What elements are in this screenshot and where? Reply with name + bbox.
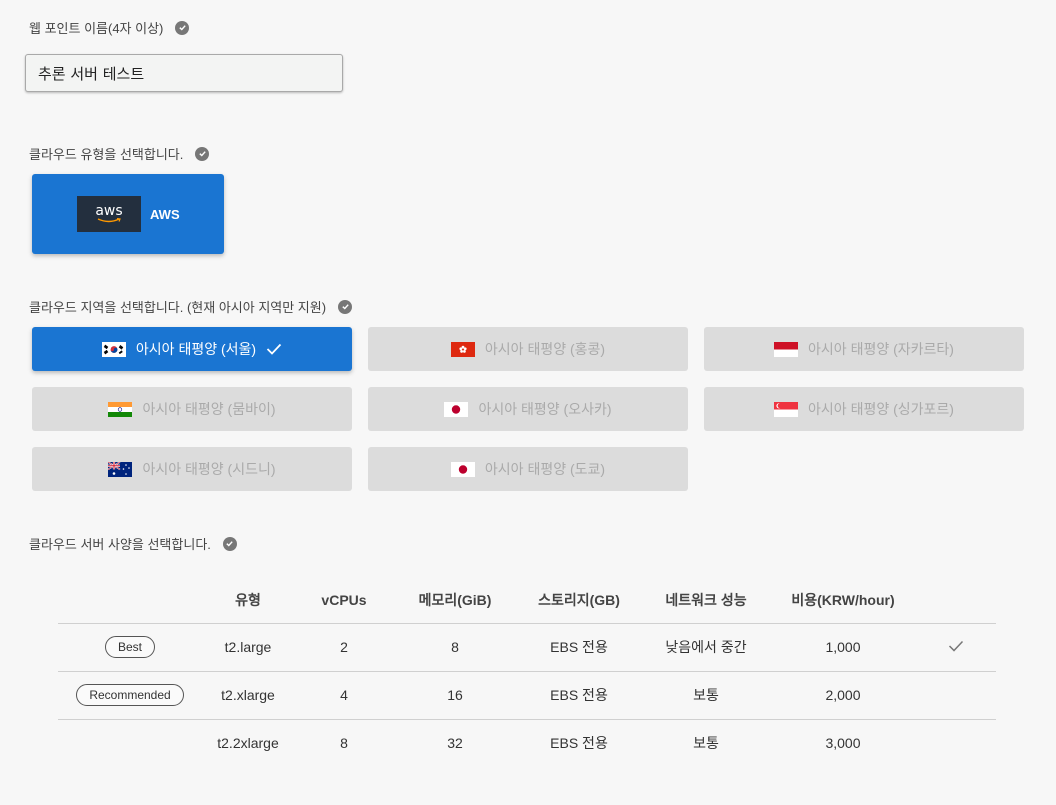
table-header-row: 유형 vCPUs 메모리(GiB) 스토리지(GB) 네트워크 성능 비용(KR… <box>58 577 996 624</box>
cloud-type-label-row: 클라우드 유형을 선택합니다. <box>29 144 210 163</box>
checkmark-icon <box>948 640 964 652</box>
selected-cell <box>916 719 996 767</box>
flag-india-icon <box>108 401 133 417</box>
flag-singapore-icon <box>774 401 799 417</box>
cloud-type-option-label: AWS <box>150 206 180 222</box>
cell-memory: 16 <box>394 671 516 720</box>
column-header <box>58 577 202 624</box>
column-header-memory: 메모리(GiB) <box>394 577 516 624</box>
region-option-tokyo[interactable]: 아시아 태평양 (도쿄) <box>368 447 688 491</box>
region-option-mumbai[interactable]: 아시아 태평양 (뭄바이) <box>32 387 352 431</box>
cell-type: t2.xlarge <box>202 671 294 720</box>
region-option-label: 아시아 태평양 (시드니) <box>142 461 276 477</box>
cell-vcpus: 4 <box>294 671 394 720</box>
cell-type: t2.2xlarge <box>217 735 279 752</box>
region-option-jakarta[interactable]: 아시아 태평양 (자카르타) <box>704 327 1024 371</box>
webpoint-name-input[interactable] <box>25 54 343 92</box>
region-option-sydney[interactable]: 아시아 태평양 (시드니) <box>32 447 352 491</box>
cloud-type-option-aws[interactable]: aws AWS <box>32 174 224 254</box>
cloud-type-label: 클라우드 유형을 선택합니다. <box>29 147 184 162</box>
region-grid: 아시아 태평양 (서울) 아시아 태평양 (홍콩) 아시아 태평양 (자카르타)… <box>32 327 1024 491</box>
cell-storage: EBS 전용 <box>516 671 642 720</box>
cell-network: 낮음에서 중간 <box>642 623 770 672</box>
badge-recommended: Recommended <box>76 684 184 706</box>
selected-cell <box>916 623 996 672</box>
column-header-storage: 스토리지(GB) <box>516 577 642 624</box>
column-header-type: 유형 <box>202 577 294 624</box>
region-option-label: 아시아 태평양 (싱가포르) <box>808 401 954 417</box>
column-header-cost: 비용(KRW/hour) <box>770 577 916 624</box>
check-circle-icon <box>338 299 353 314</box>
checkmark-icon <box>266 343 282 355</box>
region-label-row: 클라우드 지역을 선택합니다. (현재 아시아 지역만 지원) <box>29 297 353 316</box>
region-option-label: 아시아 태평양 (뭄바이) <box>142 401 276 417</box>
cell-vcpus: 8 <box>340 735 348 752</box>
region-option-hongkong[interactable]: 아시아 태평양 (홍콩) <box>368 327 688 371</box>
cell-network: 보통 <box>693 735 719 752</box>
region-option-label: 아시아 태평양 (홍콩) <box>484 341 606 357</box>
server-spec-label: 클라우드 서버 사양을 선택합니다. <box>29 537 211 552</box>
aws-logo-text: aws <box>95 203 123 219</box>
server-spec-table: 유형 vCPUs 메모리(GiB) 스토리지(GB) 네트워크 성능 비용(KR… <box>58 577 996 767</box>
cell-vcpus: 2 <box>294 623 394 672</box>
column-header <box>916 577 996 624</box>
aws-logo: aws <box>77 196 141 232</box>
region-label: 클라우드 지역을 선택합니다. (현재 아시아 지역만 지원) <box>29 300 327 315</box>
flag-japan-icon <box>450 461 475 477</box>
table-row[interactable]: Recommended t2.xlarge 4 16 EBS 전용 보통 2,0… <box>58 671 996 720</box>
region-option-label: 아시아 태평양 (서울) <box>135 341 257 357</box>
badge-cell: Best <box>58 623 202 672</box>
flag-korea-icon <box>101 341 126 357</box>
flag-australia-icon <box>108 461 133 477</box>
badge-best: Best <box>104 636 155 658</box>
flag-japan-icon <box>444 401 469 417</box>
aws-smile-icon <box>97 218 121 223</box>
server-spec-label-row: 클라우드 서버 사양을 선택합니다. <box>29 534 237 553</box>
region-option-seoul[interactable]: 아시아 태평양 (서울) <box>32 327 352 371</box>
cell-cost: 1,000 <box>770 623 916 672</box>
webpoint-name-label-row: 웹 포인트 이름(4자 이상) <box>29 18 190 37</box>
region-option-singapore[interactable]: 아시아 태평양 (싱가포르) <box>704 387 1024 431</box>
cell-storage: EBS 전용 <box>550 735 608 752</box>
flag-hongkong-icon <box>450 341 475 357</box>
badge-cell <box>58 719 202 767</box>
cell-cost: 3,000 <box>825 735 861 752</box>
selected-cell <box>916 671 996 720</box>
check-circle-icon <box>195 146 210 161</box>
table-row[interactable]: Best t2.large 2 8 EBS 전용 낮음에서 중간 1,000 <box>58 623 996 672</box>
check-circle-icon <box>175 20 190 35</box>
region-option-label: 아시아 태평양 (오사카) <box>478 401 612 417</box>
cell-type: t2.large <box>202 623 294 672</box>
check-circle-icon <box>222 536 237 551</box>
flag-indonesia-icon <box>774 341 799 357</box>
table-row[interactable]: t2.2xlarge 8 32 EBS 전용 보통 3,000 <box>58 719 996 767</box>
cell-storage: EBS 전용 <box>516 623 642 672</box>
badge-cell: Recommended <box>58 671 202 720</box>
region-option-osaka[interactable]: 아시아 태평양 (오사카) <box>368 387 688 431</box>
webpoint-name-label: 웹 포인트 이름(4자 이상) <box>29 21 164 36</box>
cell-memory: 8 <box>394 623 516 672</box>
cell-cost: 2,000 <box>770 671 916 720</box>
cell-network: 보통 <box>642 671 770 720</box>
region-option-label: 아시아 태평양 (자카르타) <box>808 341 954 357</box>
column-header-vcpus: vCPUs <box>294 577 394 624</box>
column-header-network: 네트워크 성능 <box>642 577 770 624</box>
region-option-label: 아시아 태평양 (도쿄) <box>484 461 606 477</box>
cell-memory: 32 <box>447 735 463 752</box>
